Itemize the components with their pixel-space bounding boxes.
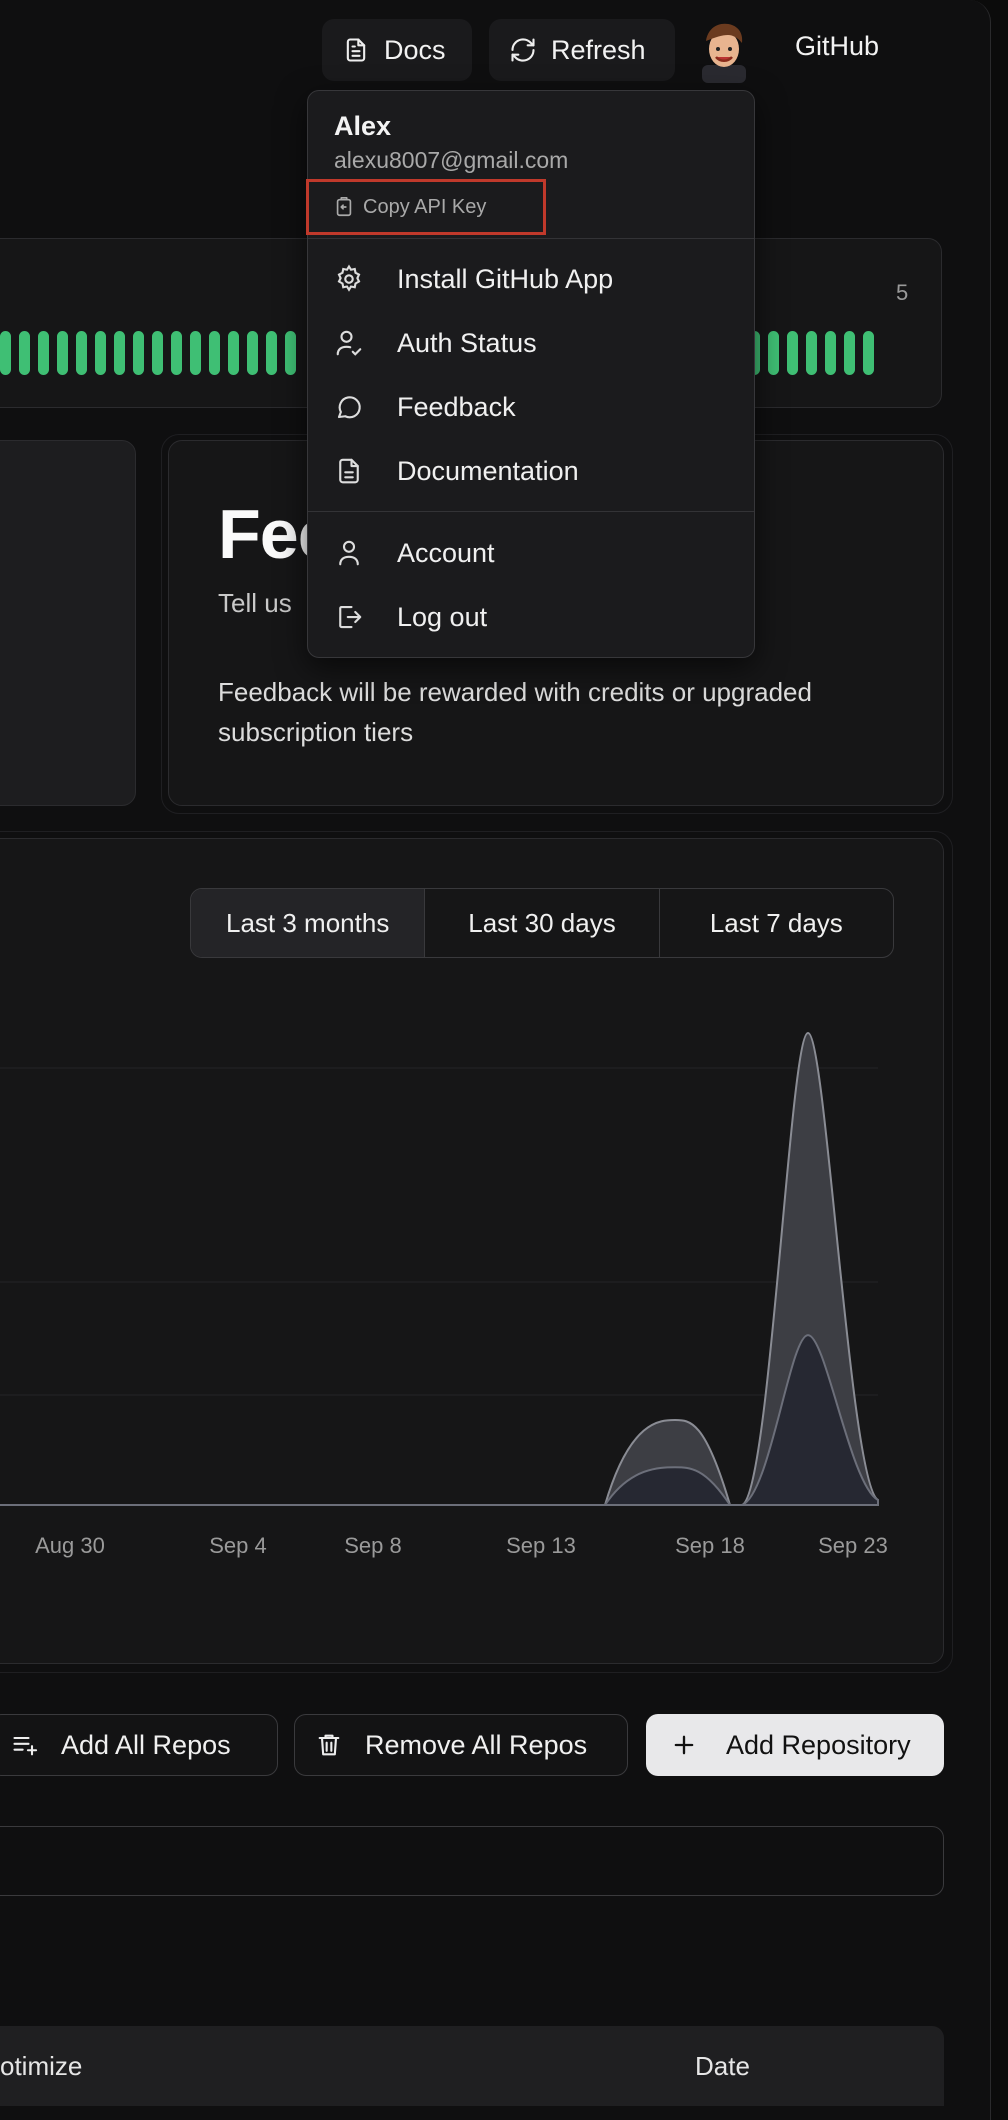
activity-bar [209,331,220,375]
chart-x-tick-label: Aug 30 [35,1533,105,1558]
list-plus-icon [13,1736,38,1756]
activity-bar [844,331,855,375]
copy-api-key-label: Copy API Key [363,195,487,218]
menu-documentation[interactable]: Documentation [308,441,754,501]
activity-bar [787,331,798,375]
menu-feedback[interactable]: Feedback [308,377,754,437]
chart-series-area [0,1031,879,1507]
activity-bar [76,331,87,375]
activity-bar [95,331,106,375]
column-optimize[interactable]: otimize [0,2051,82,2082]
activity-bar [152,331,163,375]
user-check-icon [336,330,362,356]
message-circle-icon [337,396,361,419]
docs-button[interactable]: Docs [322,19,472,81]
feedback-subtitle: Tell us [218,588,292,618]
refresh-button[interactable]: Refresh [489,19,675,81]
document-icon [346,38,366,62]
copy-api-key-button[interactable]: Copy API Key [306,179,546,235]
activity-bar [0,331,11,375]
chart-x-tick-label: Sep 18 [675,1533,745,1558]
table-header [0,2026,944,2106]
repository-search-input[interactable] [0,1826,944,1896]
menu-log-out[interactable]: Log out [308,587,754,647]
add-all-repos-label: Add All Repos [61,1729,231,1760]
chart-x-tick-label: Sep 4 [209,1533,267,1558]
usage-area-chart: Aug 30 Sep 4 Sep 8 Sep 13 Sep 18 Sep 23 [0,1031,888,1558]
user-email: alexu8007@gmail.com [334,147,569,173]
menu-auth-status-label: Auth Status [397,327,537,358]
menu-log-out-label: Log out [397,601,488,632]
range-toggle-group: Last 3 months Last 30 days Last 7 days [190,888,894,958]
clipboard-icon [336,197,352,217]
menu-feedback-label: Feedback [397,391,516,422]
menu-install-github-app-label: Install GitHub App [397,263,614,294]
activity-bar [228,331,239,375]
menu-separator [308,511,754,512]
column-date[interactable]: Date [695,2051,750,2082]
avatar[interactable] [694,17,754,83]
log-out-icon [339,605,362,629]
activity-bar [806,331,817,375]
menu-documentation-label: Documentation [397,455,579,486]
activity-bar [133,331,144,375]
chart-x-tick-label: Sep 13 [506,1533,576,1558]
activity-bar [285,331,296,375]
activity-bar [171,331,182,375]
activity-bar [114,331,125,375]
menu-install-github-app[interactable]: Install GitHub App [308,249,754,309]
refresh-label: Refresh [551,34,646,65]
menu-separator [308,238,754,239]
activity-bar [247,331,258,375]
remove-all-repos-label: Remove All Repos [365,1729,588,1760]
activity-bar [863,331,874,375]
user-dropdown-menu: Alex alexu8007@gmail.com Copy API Key In… [306,90,755,658]
chart-series-area [0,1334,879,1507]
add-repository-label: Add Repository [726,1729,911,1760]
activity-bar [38,331,49,375]
activity-bars-right [749,331,874,375]
activity-count: 5 [896,280,909,305]
chart-x-tick-label: Sep 8 [344,1533,402,1558]
range-last-30-days[interactable]: Last 30 days [424,889,658,957]
stats-card [0,440,136,806]
activity-bar [266,331,277,375]
trash-icon [318,1734,340,1756]
chart-x-tick-label: Sep 23 [818,1533,888,1558]
menu-account-label: Account [397,537,495,568]
menu-auth-status[interactable]: Auth Status [308,313,754,373]
feedback-description: Feedback will be rewarded with credits o… [218,677,812,747]
add-repository-button[interactable]: Add Repository [646,1714,944,1776]
document-icon [339,458,359,484]
github-link[interactable]: GitHub [795,31,879,62]
refresh-icon [511,38,535,62]
user-icon [339,540,359,566]
activity-bar [190,331,201,375]
plus-icon [674,1735,694,1755]
docs-label: Docs [384,34,446,65]
activity-bar [19,331,30,375]
activity-bar [768,331,779,375]
gear-icon [337,264,361,292]
user-name: Alex [334,111,392,141]
range-last-7-days[interactable]: Last 7 days [658,889,893,957]
menu-account[interactable]: Account [308,523,754,583]
activity-bar [57,331,68,375]
range-last-3-months[interactable]: Last 3 months [191,889,425,957]
remove-all-repos-button[interactable]: Remove All Repos [294,1714,628,1776]
activity-bars-left [0,331,296,375]
add-all-repos-button[interactable]: Add All Repos [0,1714,278,1776]
activity-bar [825,331,836,375]
